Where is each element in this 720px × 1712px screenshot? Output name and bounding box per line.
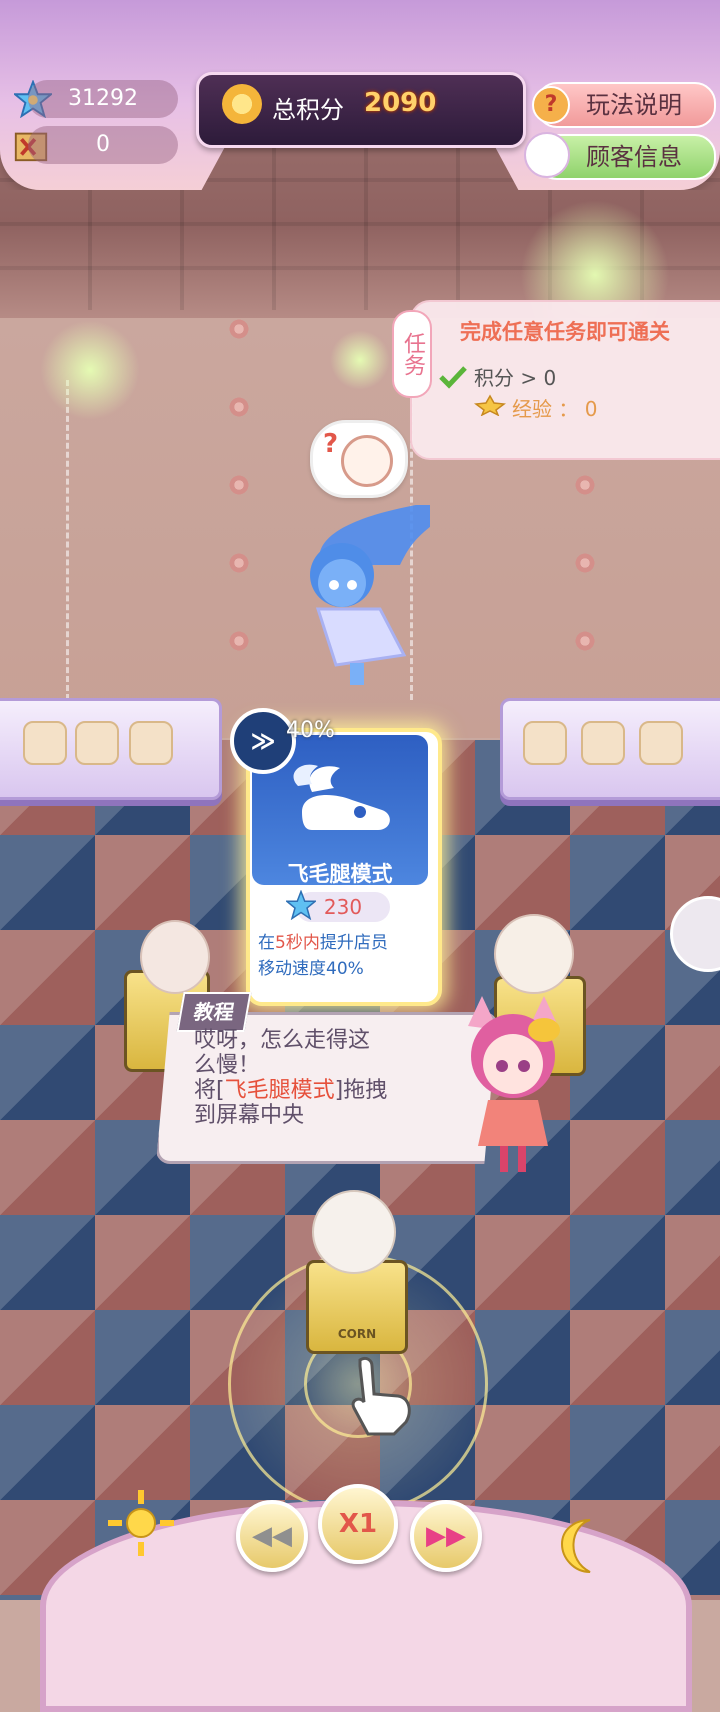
shelf-item — [129, 721, 173, 765]
help-button-label: 玩法说明 — [586, 91, 682, 119]
total-score-value: 2090 — [364, 88, 437, 118]
ghost-customer — [310, 505, 430, 685]
skill-card-description: 在5秒内提升店员 移动速度40% — [258, 930, 428, 982]
task-condition-experience: 经验 ： 0 — [512, 397, 598, 421]
rewind-icon: ◀◀ — [252, 1521, 292, 1551]
shelf-item — [75, 721, 119, 765]
tutorial-line-3-highlight: 飞毛腿模式 — [224, 1078, 335, 1103]
desc-line2: 移动速度40% — [258, 959, 364, 979]
pointing-hand-icon — [351, 1356, 411, 1436]
fast-forward-button[interactable]: ▶▶ — [410, 1500, 482, 1572]
floor-flower — [228, 474, 250, 496]
medal-icon — [222, 84, 262, 124]
help-button[interactable]: ? 玩法说明 — [532, 82, 716, 128]
skill-card-cost: 230 — [286, 890, 390, 922]
speed-button[interactable]: X1 — [318, 1484, 398, 1564]
question-mark-icon: ? — [323, 429, 339, 459]
display-shelf-left — [0, 698, 222, 800]
staff-head — [494, 914, 574, 994]
staff-head — [140, 920, 210, 994]
tutorial-line-3-suffix: ]拖拽 — [334, 1078, 388, 1103]
desc-seconds: 5秒内 — [275, 933, 320, 953]
light-glow — [40, 320, 140, 420]
customer-face-icon — [524, 132, 570, 178]
floor-flower — [228, 318, 250, 340]
shelf-item — [581, 721, 625, 765]
tutorial-text: 哎呀，怎么走得这 么慢！ 将[飞毛腿模式]拖拽 到屏幕中央 — [194, 1028, 424, 1128]
guide-cat-girl — [468, 996, 560, 1172]
star-cost-icon — [286, 890, 316, 920]
skill-card-cost-value: 230 — [323, 895, 363, 919]
customer-info-button[interactable]: 顾客信息 — [524, 132, 716, 180]
shelf-item — [23, 721, 67, 765]
total-score-label: 总积分 — [272, 96, 344, 124]
staff-character[interactable] — [312, 1190, 396, 1274]
tutorial-line-4: 到屏幕中央 — [194, 1103, 305, 1128]
task-condition-score: 积分 > 0 — [474, 366, 557, 390]
tutorial-line-1: 哎呀，怎么走得这 — [194, 1028, 371, 1053]
customer-info-label: 顾客信息 — [586, 143, 682, 171]
floor-flower — [228, 630, 250, 652]
tutorial-tag: 教程 — [176, 992, 252, 1032]
light-glow — [330, 330, 390, 390]
food-cart: CORN — [306, 1260, 408, 1354]
rewind-button[interactable]: ◀◀ — [236, 1500, 308, 1572]
confused-face-icon — [341, 435, 393, 487]
floor-flower — [228, 552, 250, 574]
shelf-item — [523, 721, 567, 765]
desc-prefix: 在 — [258, 933, 275, 953]
shelf-item — [639, 721, 683, 765]
experience-icon — [474, 394, 506, 416]
question-icon: ? — [532, 86, 570, 124]
lane-line — [66, 380, 69, 700]
sun-icon — [108, 1490, 174, 1556]
cart-label: CORN — [337, 1327, 377, 1341]
moon-icon — [560, 1519, 591, 1573]
floor-flower — [228, 396, 250, 418]
floor-flower — [574, 474, 596, 496]
task-tab[interactable]: 任务 — [392, 310, 432, 398]
winged-shoe-icon — [293, 764, 390, 830]
tutorial-line-2: 么慢！ — [194, 1053, 261, 1078]
box-count: 0 — [28, 126, 178, 164]
customer-thought-bubble: ? — [310, 420, 408, 498]
desc-mid: 提升店员 — [319, 933, 388, 953]
floor-flower — [574, 552, 596, 574]
speed-label: X1 — [338, 1509, 378, 1539]
star-count: 31292 — [28, 80, 178, 118]
floor-flower — [574, 630, 596, 652]
skill-card-percent: 40% — [286, 718, 335, 743]
check-icon — [439, 366, 467, 389]
fast-forward-icon: ▶▶ — [426, 1521, 466, 1551]
task-title: 完成任意任务即可通关 — [460, 320, 670, 344]
display-shelf-right — [500, 698, 720, 800]
skill-card-name: 飞毛腿模式 — [287, 862, 393, 886]
tutorial-line-3-prefix: 将[ — [194, 1078, 225, 1103]
